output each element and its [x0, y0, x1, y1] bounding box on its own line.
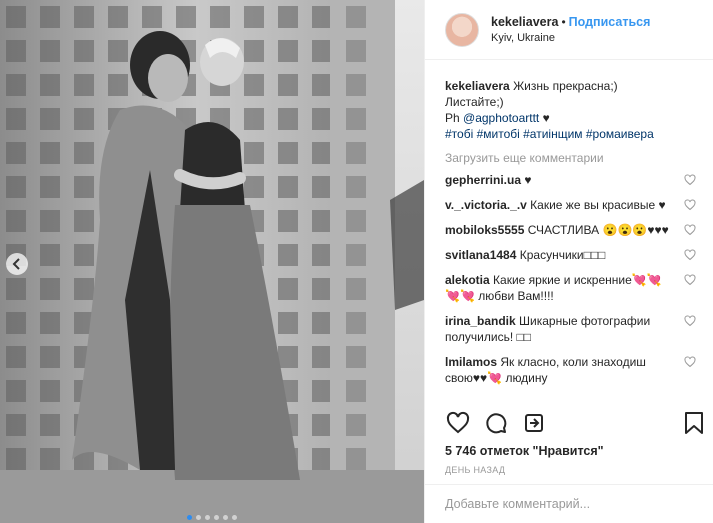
comment-like-icon[interactable] [684, 249, 696, 261]
comments-list[interactable]: kekeliavera Жизнь прекрасна;) Листайте;)… [425, 60, 713, 406]
follow-button[interactable]: Подписаться [569, 15, 651, 29]
comment: mobiloks5555 СЧАСТЛИВА 😮😮😮♥♥♥ [445, 222, 696, 238]
caption-username[interactable]: kekeliavera [445, 79, 510, 93]
caption-line3-suffix: ♥ [539, 111, 550, 125]
comment-like-icon[interactable] [684, 174, 696, 186]
comment-like-icon[interactable] [684, 199, 696, 211]
comment-like-icon[interactable] [684, 315, 696, 327]
carousel-dot [196, 515, 201, 520]
location-link[interactable]: Kyiv, Ukraine [491, 30, 650, 46]
comment-like-icon[interactable] [684, 356, 696, 368]
comment-like-icon[interactable] [684, 274, 696, 286]
bookmark-icon [685, 412, 703, 434]
comment-username[interactable]: alekotia [445, 273, 490, 287]
caption-mention[interactable]: @agphotoarttt [463, 111, 539, 125]
comment-icon [486, 413, 507, 434]
photo-image [0, 0, 424, 523]
comment-button[interactable] [483, 410, 509, 436]
header-username[interactable]: kekeliavera [491, 15, 558, 29]
comment-text: Красунчики□□□ [519, 248, 606, 262]
post-side-panel: kekeliavera • Подписаться Kyiv, Ukraine ke… [424, 0, 713, 523]
caption-line3-prefix: Ph [445, 111, 464, 125]
comment-username[interactable]: mobiloks5555 [445, 223, 524, 237]
comment-text: ♥ [524, 173, 532, 187]
comment-username[interactable]: gepherrini.ua [445, 173, 521, 187]
comment-username[interactable]: v._.victoria._.v [445, 198, 527, 212]
comment: gepherrini.ua ♥ [445, 172, 696, 188]
comment-username[interactable]: lmilamos [445, 355, 497, 369]
comment-username[interactable]: svitlana1484 [445, 248, 516, 262]
post-header: kekeliavera • Подписаться Kyiv, Ukraine [425, 0, 713, 60]
heart-icon [446, 411, 470, 434]
avatar[interactable] [445, 12, 479, 47]
header-info: kekeliavera • Подписаться Kyiv, Ukraine [491, 14, 650, 46]
caption-line2: Листайте;) [445, 95, 504, 109]
header-separator: • [561, 14, 566, 29]
post-actions [445, 408, 707, 438]
comment-username[interactable]: irina_bandik [445, 314, 516, 328]
post-photo[interactable] [0, 0, 424, 523]
post-caption: kekeliavera Жизнь прекрасна;) Листайте;)… [445, 78, 696, 142]
comment: irina_bandik Шикарные фотографии получил… [445, 313, 696, 345]
carousel-dot [232, 515, 237, 520]
comment: svitlana1484 Красунчики□□□ [445, 247, 696, 263]
comment: lmilamos Як класно, коли знаходиш свою♥♥… [445, 354, 696, 386]
caption-hashtags[interactable]: #тобі #митобі #атиінщим #ромаивера [445, 127, 654, 141]
comment: v._.victoria._.v Какие же вы красивые ♥ [445, 197, 696, 213]
share-icon [525, 414, 543, 432]
carousel-dot [187, 515, 192, 520]
chevron-left-icon [12, 258, 20, 270]
save-button[interactable] [681, 410, 707, 436]
load-more-comments-button[interactable]: Загрузить еще комментарии [445, 150, 696, 166]
carousel-dot [205, 515, 210, 520]
carousel-dot [214, 515, 219, 520]
likes-count[interactable]: 5 746 отметок "Нравится" [445, 444, 604, 458]
caption-line1: Жизнь прекрасна;) [513, 79, 618, 93]
carousel-prev-button[interactable] [6, 253, 28, 275]
post-time: ДЕНЬ НАЗАД [445, 465, 506, 475]
comment-text: Какие же вы красивые ♥ [530, 198, 666, 212]
comment-like-icon[interactable] [684, 224, 696, 236]
comment-text: СЧАСТЛИВА 😮😮😮♥♥♥ [527, 223, 669, 237]
comment: alekotia Какие яркие и искренние💘💘💘💘 люб… [445, 272, 696, 304]
add-comment-input[interactable]: Добавьте комментарий... [425, 484, 713, 523]
like-button[interactable] [445, 410, 471, 436]
share-button[interactable] [521, 410, 547, 436]
carousel-indicator [0, 515, 424, 520]
carousel-dot [223, 515, 228, 520]
